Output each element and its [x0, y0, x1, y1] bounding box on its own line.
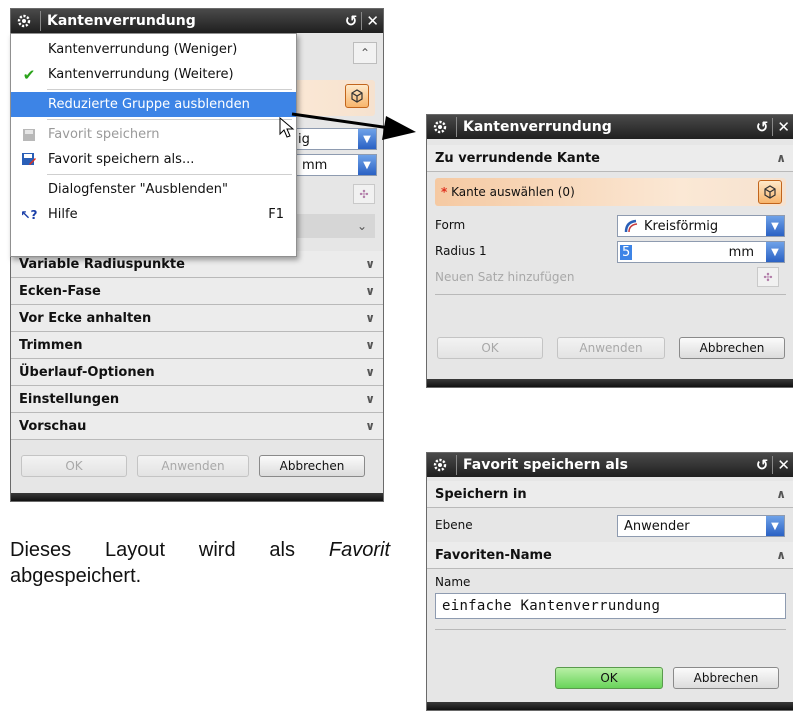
chevron-down-icon: ▼: [766, 242, 784, 262]
level-label: Ebene: [435, 518, 473, 532]
save-as-icon: [21, 152, 37, 168]
select-edge-icon[interactable]: [758, 180, 782, 204]
main-dialog-titlebar: Kantenverrundung ↺ ✕: [11, 9, 383, 33]
menu-item-help[interactable]: ↖? Hilfe F1: [11, 202, 296, 227]
select-edge-row[interactable]: * Kante auswählen (0): [435, 178, 786, 206]
apply-button[interactable]: Anwenden: [557, 337, 665, 359]
ok-button[interactable]: OK: [21, 455, 127, 477]
radius-label: Radius 1: [435, 244, 487, 258]
units-combo-partial[interactable]: mm ▼: [293, 154, 377, 176]
cancel-button[interactable]: Abbrechen: [679, 337, 785, 359]
chevron-down-icon: ∨: [365, 284, 375, 298]
main-dialog-title: Kantenverrundung: [47, 13, 196, 29]
select-edge-label: Kante auswählen (0): [451, 185, 575, 199]
chevron-up-icon: ∧: [776, 151, 786, 165]
required-mark: *: [441, 185, 448, 199]
chevron-down-icon: ∨: [365, 311, 375, 325]
group-save-in[interactable]: Speichern in ∧: [427, 481, 793, 508]
add-set-label: Neuen Satz hinzufügen: [435, 270, 575, 284]
chevron-up-icon: ∧: [776, 548, 786, 562]
select-edge-icon[interactable]: [345, 84, 369, 108]
radius-units: mm: [728, 244, 754, 260]
reset-icon[interactable]: ↺: [756, 457, 769, 473]
menu-item-more[interactable]: ✔ Kantenverrundung (Weitere): [11, 62, 296, 87]
form-select[interactable]: Kreisförmig ▼: [617, 215, 785, 237]
level-select[interactable]: Anwender ▼: [617, 515, 785, 537]
menu-item-fewer[interactable]: Kantenverrundung (Weniger): [11, 37, 296, 62]
chevron-down-icon: ∨: [365, 419, 375, 433]
reduced-dialog-title: Kantenverrundung: [463, 119, 612, 135]
circular-shape-icon: [624, 218, 640, 234]
add-set-icon[interactable]: ✣: [757, 267, 779, 287]
reset-icon[interactable]: ↺: [345, 13, 358, 29]
group-settings[interactable]: Einstellungen ∨: [11, 386, 383, 413]
chevron-down-icon[interactable]: ⌄: [293, 214, 375, 238]
menu-item-save-favorite[interactable]: Favorit speichern: [11, 122, 296, 147]
chevron-down-icon: ▼: [766, 216, 784, 236]
save-icon: [21, 127, 37, 143]
save-favorite-dialog: Favorit speichern als ↺ ✕ Speichern in ∧…: [426, 452, 793, 711]
reduced-dialog-titlebar: Kantenverrundung ↺ ✕: [427, 115, 793, 139]
menu-item-dialog-hide[interactable]: Dialogfenster "Ausblenden": [11, 177, 296, 202]
caption-text: Dieses Layout wird als Favorit abgespeic…: [10, 539, 391, 587]
group-preview[interactable]: Vorschau ∨: [11, 413, 383, 440]
menu-item-save-favorite-as[interactable]: Favorit speichern als...: [11, 147, 296, 172]
close-icon[interactable]: ✕: [777, 119, 790, 135]
chevron-down-icon: ∨: [365, 257, 375, 271]
chevron-down-icon: ∨: [365, 365, 375, 379]
ok-button[interactable]: OK: [555, 667, 663, 689]
arrow-icon: [291, 112, 416, 140]
group-trim[interactable]: Trimmen ∨: [11, 332, 383, 359]
chevron-down-icon: ∨: [365, 392, 375, 406]
group-edge-to-round[interactable]: Zu verrundende Kante ∧: [427, 145, 793, 172]
group-corner-chamfer[interactable]: Ecken-Fase ∨: [11, 278, 383, 305]
close-icon[interactable]: ✕: [366, 13, 379, 29]
close-icon[interactable]: ✕: [777, 457, 790, 473]
group-overflow-options[interactable]: Überlauf-Optionen ∨: [11, 359, 383, 386]
checkmark-icon: ✔: [22, 66, 36, 84]
apply-button[interactable]: Anwenden: [137, 455, 249, 477]
help-icon: ↖?: [20, 208, 38, 222]
collapse-up-button[interactable]: ⌃: [353, 42, 377, 64]
group-favorite-name[interactable]: Favoriten-Name ∧: [427, 542, 793, 569]
cancel-button[interactable]: Abbrechen: [259, 455, 365, 477]
favorite-dialog-titlebar: Favorit speichern als ↺ ✕: [427, 453, 793, 477]
context-menu: Kantenverrundung (Weniger) ✔ Kantenverru…: [10, 33, 297, 257]
add-set-icon[interactable]: ✣: [353, 184, 375, 204]
group-stop-before-corner[interactable]: Vor Ecke anhalten ∨: [11, 305, 383, 332]
form-label: Form: [435, 218, 466, 232]
chevron-up-icon: ∧: [776, 487, 786, 501]
chevron-down-icon: ▼: [766, 516, 784, 536]
cancel-button[interactable]: Abbrechen: [673, 667, 779, 689]
name-label: Name: [435, 575, 471, 589]
menu-item-hide-reduced-group[interactable]: Reduzierte Gruppe ausblenden: [11, 92, 296, 117]
reduced-dialog: Kantenverrundung ↺ ✕ Zu verrundende Kant…: [426, 114, 793, 388]
gear-icon[interactable]: [14, 11, 34, 31]
chevron-down-icon: ∨: [365, 338, 375, 352]
chevron-down-icon: ▼: [358, 155, 376, 175]
favorite-dialog-title: Favorit speichern als: [463, 457, 628, 473]
name-input[interactable]: einfache Kantenverrundung: [435, 593, 786, 619]
reset-icon[interactable]: ↺: [756, 119, 769, 135]
radius-input[interactable]: 5 mm ▼: [617, 241, 785, 263]
gear-icon[interactable]: [430, 455, 450, 475]
gear-icon[interactable]: [430, 117, 450, 137]
ok-button[interactable]: OK: [437, 337, 543, 359]
